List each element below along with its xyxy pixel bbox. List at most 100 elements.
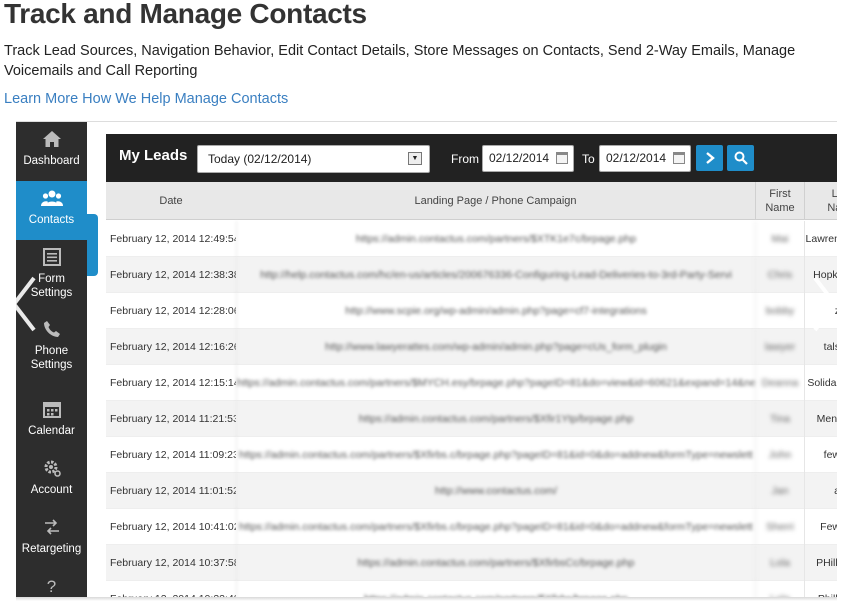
carousel-next-button[interactable] [811,274,841,334]
cell-last-name: PHilli [804,545,837,581]
sidebar-item-label: Retargeting [21,543,82,555]
cell-last-name: Lawren [804,221,837,257]
sidebar-item-label: Dashboard [23,155,80,167]
table-header: Date Landing Page / Phone Campaign First… [106,182,837,220]
home-icon [16,130,87,150]
leads-panel: My Leads Today (02/12/2014) ▼ From 02/12… [106,134,837,601]
search-icon [734,151,748,165]
sidebar-item-calendar[interactable]: Calendar [16,392,87,451]
table-row[interactable]: February 12, 2014 10:41:02 https://admin.… [106,509,837,545]
cell-first-name: Chris [755,257,804,293]
sidebar-scroll-indicator[interactable] [87,214,98,276]
chevron-down-icon: ▼ [408,152,422,165]
cell-first-name: Tina [755,401,804,437]
cell-first-name: bobby [755,293,804,329]
cell-date: February 12, 2014 11:21:53 [110,413,236,425]
sidebar: Dashboard Contacts Form Settings Phone S… [16,122,87,601]
cell-date: February 12, 2014 11:01:52 [110,485,236,497]
cell-landing-page: http://www.contactus.com/ [236,473,755,509]
cell-date: February 12, 2014 12:16:26 [110,341,236,353]
table-row[interactable]: February 12, 2014 12:49:54 https://admin.… [106,221,837,257]
users-icon [16,189,87,209]
sidebar-item-contacts[interactable]: Contacts [16,181,87,240]
cell-date: February 12, 2014 12:49:54 [110,233,236,245]
cell-landing-page: https://admin.contactus.com/partners/$MY… [236,365,755,401]
sidebar-item-retargeting[interactable]: Retargeting [16,510,87,569]
calendar-icon[interactable] [673,152,685,164]
cell-date: February 12, 2014 12:15:14 [110,377,236,389]
sidebar-item-label: Contacts [28,214,75,226]
help-icon: ? [46,577,57,596]
learn-more-link[interactable]: Learn More How We Help Manage Contacts [4,91,288,107]
chevron-left-icon [11,276,36,332]
table-row[interactable]: February 12, 2014 11:21:53 https://admin.… [106,401,837,437]
table-row[interactable]: February 12, 2014 12:28:06 http://www.scp… [106,293,837,329]
to-date-field[interactable]: 02/12/2014 [599,145,691,172]
sidebar-item-account[interactable]: Account [16,451,87,510]
sidebar-item-label: Calendar [28,425,75,437]
from-date-value: 02/12/2014 [489,151,550,165]
cell-date: February 12, 2014 12:28:06 [110,305,236,317]
date-range-select[interactable]: Today (02/12/2014) ▼ [197,145,430,173]
chevron-right-icon [813,276,838,332]
search-button[interactable] [727,145,754,171]
table-row[interactable]: February 12, 2014 12:16:26 http://www.law… [106,329,837,365]
cell-date: February 12, 2014 11:09:23 [110,449,236,461]
sidebar-item-dashboard[interactable]: Dashboard [16,122,87,181]
cell-last-name: Few [804,509,837,545]
page-title: Track and Manage Contacts [4,0,367,29]
cell-last-name: Solidar [804,365,837,401]
cell-date: February 12, 2014 12:38:38 [110,269,236,281]
column-header-landing-page[interactable]: Landing Page / Phone Campaign [236,182,755,220]
cell-date: February 12, 2014 10:37:58 [110,557,236,569]
cell-landing-page: https://admin.contactus.com/partners/$XT… [236,221,755,257]
cell-last-name: Ment [804,401,837,437]
cell-landing-page: https://admin.contactus.com/partners/$Xf… [236,437,755,473]
from-date-field[interactable]: 02/12/2014 [482,145,574,172]
cell-first-name: Jan [755,473,804,509]
cell-first-name: Mai [755,221,804,257]
cell-last-name: few [804,437,837,473]
table-row[interactable]: February 12, 2014 11:01:52 http://www.con… [106,473,837,509]
cell-date: February 12, 2014 10:41:02 [110,521,236,533]
cell-first-name: lawyer [755,329,804,365]
leads-table-body: February 12, 2014 12:49:54 https://admin.… [106,221,837,601]
to-date-value: 02/12/2014 [606,151,667,165]
app-screenshot: Dashboard Contacts Form Settings Phone S… [16,121,837,601]
cell-landing-page: http://help.contactus.com/hc/en-us/artic… [236,257,755,293]
retarget-icon [16,518,87,538]
cell-last-name: tals [804,329,837,365]
date-range-value: Today (02/12/2014) [208,152,312,166]
calendar-icon[interactable] [556,152,568,164]
cell-landing-page: https://admin.contactus.com/partners/$Xf… [236,401,755,437]
cell-first-name: John [755,437,804,473]
cell-last-name: a [804,473,837,509]
cell-first-name: Lola [755,545,804,581]
cell-landing-page: https://admin.contactus.com/partners/$Xf… [236,545,755,581]
to-label: To [582,152,595,166]
gear-icon [16,459,87,479]
form-icon [16,248,87,268]
page-subtitle: Track Lead Sources, Navigation Behavior,… [4,43,796,79]
chevron-right-icon [705,152,715,164]
table-row[interactable]: February 12, 2014 11:09:23 https://admin.… [106,437,837,473]
leads-toolbar: My Leads Today (02/12/2014) ▼ From 02/12… [106,134,837,182]
column-header-first-name[interactable]: First Name [755,182,804,220]
table-row[interactable]: February 12, 2014 10:37:58 https://admin.… [106,545,837,581]
cell-first-name: Sherri [755,509,804,545]
cell-landing-page: http://www.lawyerattes.com/wp-admin/admi… [236,329,755,365]
sidebar-item-label: Account [30,484,73,496]
panel-title: My Leads [119,147,188,164]
column-header-date[interactable]: Date [106,182,236,220]
carousel-prev-button[interactable] [8,274,38,334]
cell-first-name: Deanna [755,365,804,401]
cell-landing-page: http://www.scpie.org/wp-admin/admin.php?… [236,293,755,329]
calendar-icon [16,400,87,420]
next-button[interactable] [696,145,723,171]
from-label: From [451,152,479,166]
table-row[interactable]: February 12, 2014 12:38:38 http://help.co… [106,257,837,293]
cell-landing-page: https://admin.contactus.com/partners/$Xf… [236,509,755,545]
column-header-last-name[interactable]: Last Name [804,182,837,220]
table-row[interactable]: February 12, 2014 12:15:14 https://admin.… [106,365,837,401]
frame-shadow [16,597,837,601]
